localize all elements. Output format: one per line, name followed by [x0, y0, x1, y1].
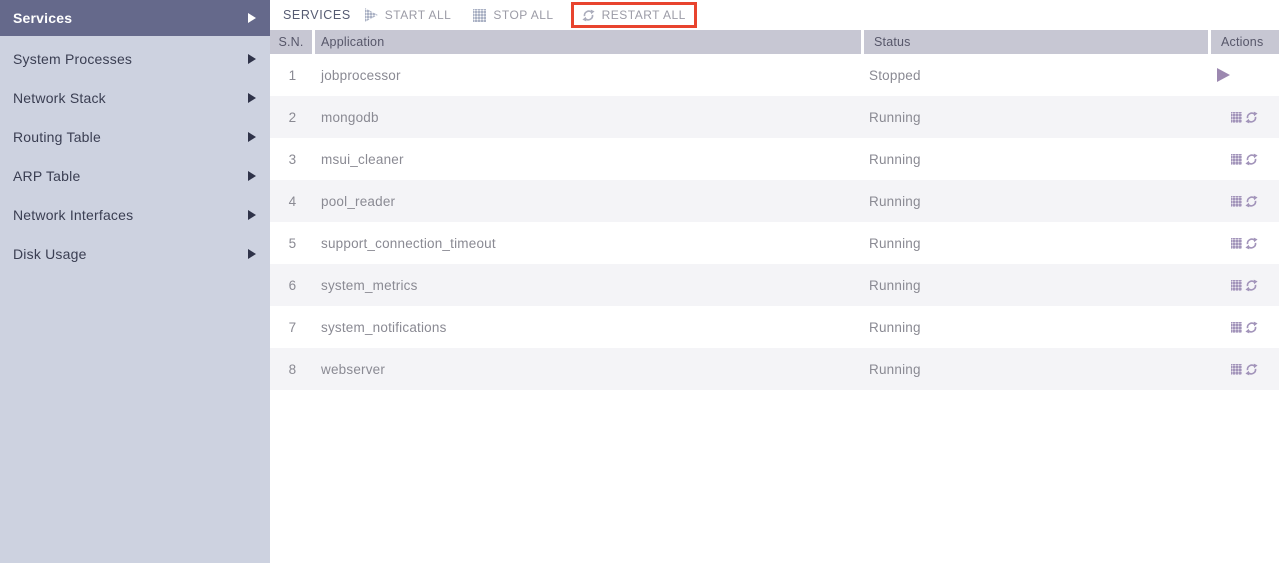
row-application: mongodb — [321, 109, 379, 125]
table-row: 5 support_connection_timeout Running — [270, 222, 1279, 264]
table-row: 6 system_metrics Running — [270, 264, 1279, 306]
row-sn: 2 — [288, 109, 297, 125]
restart-service-icon[interactable] — [1245, 237, 1258, 250]
services-toolbar: SERVICES START ALL STOP ALL RESTART ALL — [270, 0, 1279, 30]
row-status: Running — [869, 109, 921, 125]
row-application: pool_reader — [321, 193, 396, 209]
restart-service-icon[interactable] — [1245, 363, 1258, 376]
table-row: 7 system_notifications Running — [270, 306, 1279, 348]
row-actions — [1211, 68, 1279, 82]
column-header-status: Status — [874, 35, 911, 49]
restart-service-icon[interactable] — [1245, 153, 1258, 166]
row-status: Stopped — [869, 67, 921, 83]
page-title: SERVICES — [283, 8, 351, 22]
chevron-right-icon — [248, 131, 256, 142]
row-status: Running — [869, 361, 921, 377]
stop-all-button[interactable]: STOP ALL — [473, 8, 553, 22]
main-content: SERVICES START ALL STOP ALL RESTART ALL … — [270, 0, 1279, 563]
start-all-button[interactable]: START ALL — [364, 8, 452, 22]
chevron-right-icon — [248, 13, 256, 23]
row-status: Running — [869, 193, 921, 209]
row-sn: 3 — [288, 151, 297, 167]
sidebar-item-network-stack[interactable]: Network Stack — [0, 78, 270, 117]
table-row: 8 webserver Running — [270, 348, 1279, 390]
restart-icon — [582, 9, 595, 22]
column-header-application: Application — [321, 35, 385, 49]
restart-service-icon[interactable] — [1245, 279, 1258, 292]
sidebar-item-disk-usage[interactable]: Disk Usage — [0, 234, 270, 273]
sidebar-item-label: Services — [13, 10, 73, 26]
sidebar-item-label: Disk Usage — [13, 245, 87, 262]
row-status: Running — [869, 277, 921, 293]
stop-all-label: STOP ALL — [493, 8, 554, 22]
sidebar-item-label: Routing Table — [13, 128, 101, 145]
stop-service-icon[interactable] — [1231, 279, 1242, 291]
content-empty-area — [270, 390, 1279, 563]
sidebar-item-system-processes[interactable]: System Processes — [0, 39, 270, 78]
row-actions — [1211, 153, 1279, 166]
row-actions — [1211, 237, 1279, 250]
sidebar: Services System Processes Network Stack … — [0, 0, 270, 563]
row-actions — [1211, 111, 1279, 124]
table-row: 2 mongodb Running — [270, 96, 1279, 138]
row-sn: 1 — [288, 67, 297, 83]
row-actions — [1211, 363, 1279, 376]
table-header: S.N. Application Status Actions — [270, 30, 1279, 54]
chevron-right-icon — [248, 209, 256, 220]
stop-service-icon[interactable] — [1231, 321, 1242, 333]
restart-service-icon[interactable] — [1245, 195, 1258, 208]
sidebar-item-label: Network Stack — [13, 89, 106, 106]
stop-service-icon[interactable] — [1231, 237, 1242, 249]
row-actions — [1211, 195, 1279, 208]
table-row: 4 pool_reader Running — [270, 180, 1279, 222]
sidebar-item-services[interactable]: Services — [0, 0, 270, 36]
chevron-right-icon — [248, 248, 256, 259]
row-status: Running — [869, 151, 921, 167]
row-actions — [1211, 321, 1279, 334]
row-application: system_metrics — [321, 277, 418, 293]
row-actions — [1211, 279, 1279, 292]
start-service-icon[interactable] — [1217, 68, 1230, 82]
restart-service-icon[interactable] — [1245, 321, 1258, 334]
start-all-label: START ALL — [384, 8, 452, 22]
sidebar-item-routing-table[interactable]: Routing Table — [0, 117, 270, 156]
chevron-right-icon — [248, 170, 256, 181]
stop-service-icon[interactable] — [1231, 195, 1242, 207]
sidebar-item-label: Network Interfaces — [13, 206, 134, 223]
app-window: Services System Processes Network Stack … — [0, 0, 1279, 563]
chevron-right-icon — [248, 53, 256, 64]
row-application: system_notifications — [321, 319, 447, 335]
sidebar-item-label: System Processes — [13, 50, 133, 67]
restart-all-button[interactable]: RESTART ALL — [582, 8, 686, 22]
row-application: support_connection_timeout — [321, 235, 496, 251]
row-application: jobprocessor — [321, 67, 401, 83]
column-header-sn: S.N. — [278, 35, 304, 49]
restart-service-icon[interactable] — [1245, 111, 1258, 124]
table-row: 1 jobprocessor Stopped — [270, 54, 1279, 96]
row-sn: 5 — [288, 235, 297, 251]
chevron-right-icon — [248, 92, 256, 103]
row-sn: 7 — [288, 319, 297, 335]
row-application: msui_cleaner — [321, 151, 404, 167]
stop-service-icon[interactable] — [1231, 363, 1242, 375]
restart-all-highlight-box: RESTART ALL — [570, 2, 697, 28]
sidebar-item-arp-table[interactable]: ARP Table — [0, 156, 270, 195]
sidebar-item-network-interfaces[interactable]: Network Interfaces — [0, 195, 270, 234]
row-sn: 8 — [288, 361, 297, 377]
row-status: Running — [869, 319, 921, 335]
row-application: webserver — [321, 361, 386, 377]
stop-service-icon[interactable] — [1231, 111, 1242, 123]
column-header-actions: Actions — [1221, 35, 1264, 49]
table-row: 3 msui_cleaner Running — [270, 138, 1279, 180]
play-icon — [364, 8, 378, 22]
row-sn: 6 — [288, 277, 297, 293]
restart-all-label: RESTART ALL — [601, 8, 686, 22]
sidebar-item-label: ARP Table — [13, 167, 81, 184]
row-sn: 4 — [288, 193, 297, 209]
stop-icon — [473, 8, 487, 22]
stop-service-icon[interactable] — [1231, 153, 1242, 165]
row-status: Running — [869, 235, 921, 251]
